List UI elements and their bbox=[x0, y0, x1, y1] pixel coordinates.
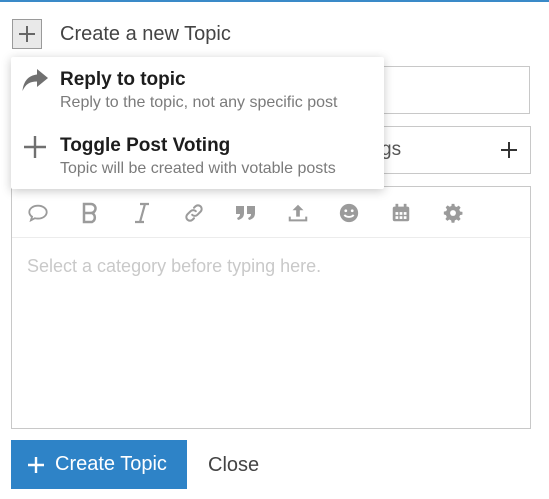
menu-item-description: Reply to the topic, not any specific pos… bbox=[60, 94, 338, 111]
close-link[interactable]: Close bbox=[208, 454, 259, 477]
emoji-icon[interactable] bbox=[336, 200, 362, 226]
upload-icon[interactable] bbox=[285, 200, 311, 226]
menu-item-title: Reply to topic bbox=[60, 69, 186, 90]
topic-title-input[interactable] bbox=[378, 66, 530, 114]
blockquote-icon[interactable] bbox=[233, 200, 259, 226]
bold-icon[interactable] bbox=[77, 200, 103, 226]
tags-input[interactable]: gs bbox=[378, 126, 531, 174]
composer-actions-toggle[interactable] bbox=[12, 19, 42, 49]
editor-toolbar bbox=[12, 187, 530, 238]
composer-actions-menu: Reply to topic Reply to the topic, not a… bbox=[11, 57, 384, 189]
reply-icon bbox=[21, 67, 49, 95]
plus-icon bbox=[19, 26, 35, 42]
create-topic-label: Create Topic bbox=[55, 453, 167, 475]
composer-editor: Select a category before typing here. bbox=[11, 186, 531, 429]
top-border bbox=[0, 0, 549, 2]
calendar-icon[interactable] bbox=[388, 200, 414, 226]
gear-icon[interactable] bbox=[440, 200, 466, 226]
menu-item-description: Topic will be created with votable posts bbox=[60, 160, 336, 177]
editor-placeholder[interactable]: Select a category before typing here. bbox=[27, 256, 321, 277]
plus-icon bbox=[21, 133, 49, 161]
composer-title: Create a new Topic bbox=[60, 22, 231, 45]
menu-item-reply-to-topic[interactable]: Reply to topic Reply to the topic, not a… bbox=[11, 59, 384, 121]
composer-header: Create a new Topic bbox=[12, 17, 231, 51]
italic-icon[interactable] bbox=[129, 200, 155, 226]
menu-item-title: Toggle Post Voting bbox=[60, 135, 231, 156]
tags-input-text: gs bbox=[381, 139, 402, 160]
link-icon[interactable] bbox=[181, 200, 207, 226]
quote-icon[interactable] bbox=[25, 200, 51, 226]
menu-item-toggle-post-voting[interactable]: Toggle Post Voting Topic will be created… bbox=[11, 125, 384, 187]
plus-icon bbox=[28, 456, 44, 473]
create-topic-button[interactable]: Create Topic bbox=[11, 440, 187, 489]
add-tag-plus-icon[interactable] bbox=[500, 141, 518, 164]
